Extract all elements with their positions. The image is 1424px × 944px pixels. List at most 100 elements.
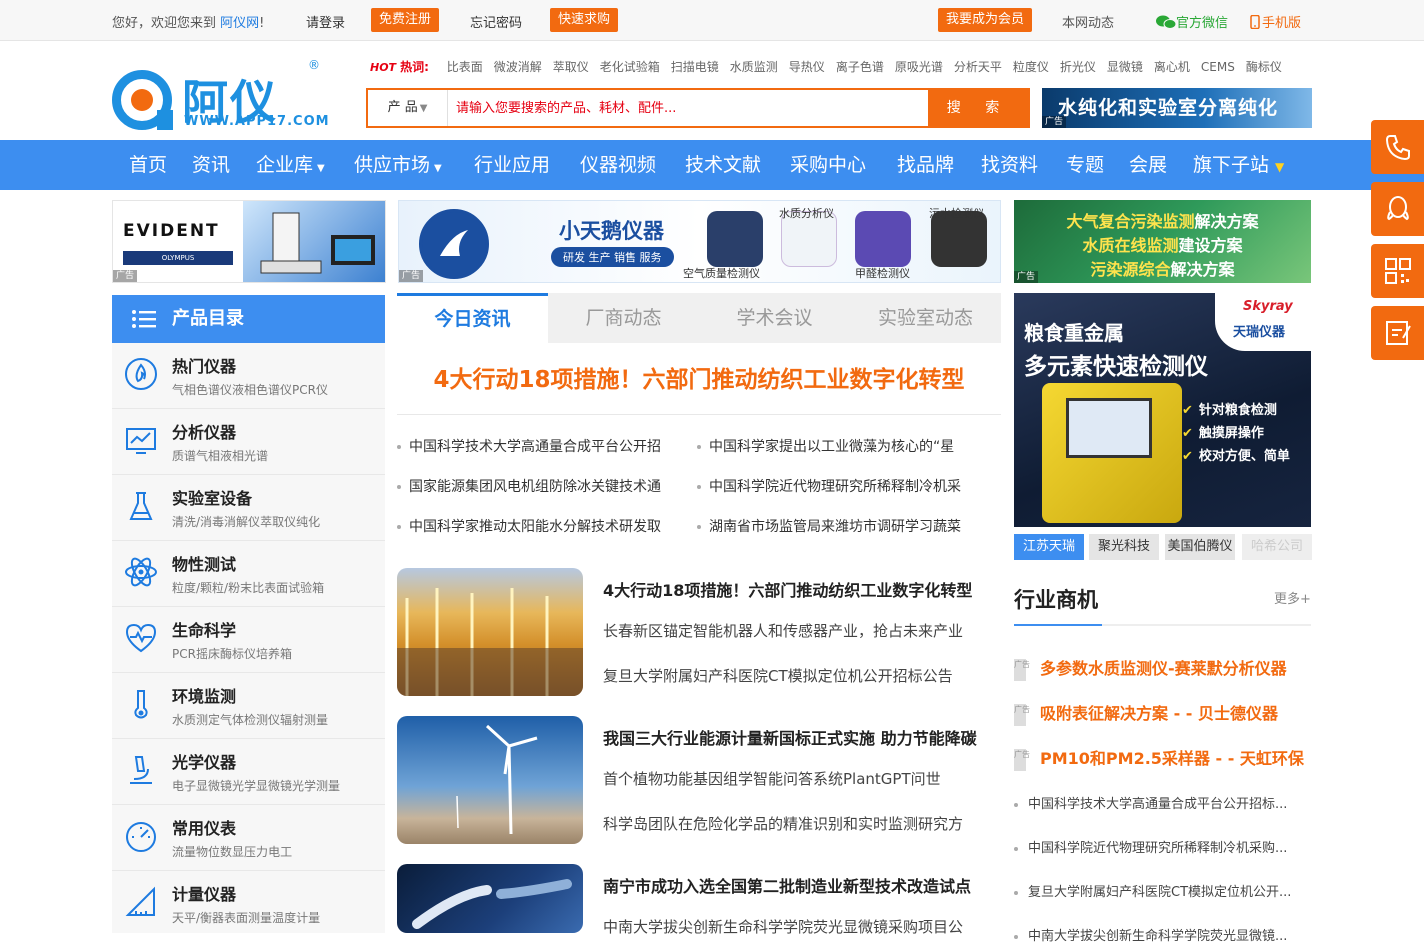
feature-image-hands[interactable] (397, 864, 583, 933)
site-news-link[interactable]: 本网动态 (1062, 12, 1114, 31)
hot-keyword-link[interactable]: 离心机 (1154, 60, 1190, 74)
brand-tab[interactable]: 哈希公司 (1242, 534, 1312, 560)
news-item[interactable]: 中国科学技术大学高通量合成平台公开招 (397, 436, 681, 456)
wechat-link[interactable]: 官方微信 (1156, 12, 1228, 31)
catalog-sub-link[interactable]: 气体检测仪 (220, 713, 280, 727)
feature-image-textile[interactable] (397, 568, 583, 696)
catalog-sub-link[interactable]: 物位 (196, 845, 220, 859)
hot-keyword-link[interactable]: 原吸光谱 (895, 60, 943, 74)
catalog-sub-link[interactable]: 比表面 (252, 581, 288, 595)
catalog-item[interactable]: 热门仪器 气相色谱仪液相色谱仪PCR仪 (112, 343, 385, 409)
nav-item[interactable]: 行业应用 (474, 140, 550, 190)
evident-ad[interactable]: EVIDENT OLYMPUS 广告 (112, 200, 386, 283)
forgot-password-link[interactable]: 忘记密码 (470, 12, 522, 31)
biz-news-item[interactable]: 中国科学技术大学高通量合成平台公开招标... (1014, 793, 1311, 812)
nav-item[interactable]: 找资料 (981, 140, 1038, 190)
search-input[interactable] (456, 90, 926, 126)
feature-title-link[interactable]: 4大行动18项措施！六部门推动纺织工业数字化转型 (603, 577, 972, 601)
hot-keyword-link[interactable]: 水质监测 (730, 60, 778, 74)
catalog-sub-link[interactable]: 温度计量 (272, 911, 320, 925)
hot-keyword-link[interactable]: 扫描电镜 (671, 60, 719, 74)
feature-sub-link[interactable]: 中南大学拔尖创新生命科学学院荧光显微镜采购项目公 (603, 916, 1001, 937)
nav-item[interactable]: 仪器视频 (580, 140, 656, 190)
news-item[interactable]: 中国科学院近代物理研究所稀释制冷机采 (697, 476, 981, 496)
biz-news-item[interactable]: 复旦大学附属妇产科医院CT模拟定位机公开... (1014, 881, 1311, 900)
news-item[interactable]: 湖南省市场监管局来潍坊市调研学习蔬菜 (697, 516, 981, 536)
brand-tab[interactable]: 江苏天瑞 (1014, 534, 1084, 560)
nav-item[interactable]: 专题 (1066, 140, 1104, 190)
catalog-sub-link[interactable]: 粒度/颗粒/粉末 (172, 581, 252, 595)
nav-item[interactable]: 会展 (1129, 140, 1167, 190)
hot-keyword-link[interactable]: 老化试验箱 (600, 60, 660, 74)
catalog-sub-link[interactable]: 水质测定 (172, 713, 220, 727)
hot-keyword-link[interactable]: 离子色谱 (836, 60, 884, 74)
catalog-item[interactable]: 生命科学 PCR摇床酶标仪培养箱 (112, 607, 385, 673)
catalog-sub-link[interactable]: 液相 (220, 449, 244, 463)
catalog-sub-link[interactable]: 光学测量 (292, 779, 340, 793)
catalog-sub-link[interactable]: PCR (172, 647, 196, 661)
hot-keyword-link[interactable]: 粒度仪 (1013, 60, 1049, 74)
nav-item[interactable]: 首页 (129, 140, 167, 190)
catalog-sub-link[interactable]: 萃取仪 (260, 515, 296, 529)
register-button[interactable]: 免费注册 (371, 8, 440, 32)
catalog-item[interactable]: 常用仪表 流量物位数显压力电工 (112, 805, 385, 871)
float-qq-button[interactable] (1371, 182, 1424, 236)
site-logo[interactable]: 阿仪网 WWW.APP17.COM ® (112, 58, 329, 195)
quick-buy-button[interactable]: 快速求购 (550, 8, 619, 32)
catalog-header[interactable]: 产品目录 (112, 295, 385, 343)
biz-ad-link[interactable]: 广告 吸附表征解决方案 - - 贝士德仪器 (1014, 700, 1278, 726)
biz-more-link[interactable]: 更多+ (1274, 588, 1311, 607)
nav-item[interactable]: 找品牌 (897, 140, 954, 190)
catalog-sub-link[interactable]: 辐射测量 (280, 713, 328, 727)
catalog-sub-link[interactable]: 气相 (196, 449, 220, 463)
feature-title-link[interactable]: 南宁市成功入选全国第二批制造业新型技术改造试点 (603, 873, 971, 897)
feature-sub-link[interactable]: 长春新区锚定智能机器人和传感器产业，抢占未来产业 (603, 620, 1001, 641)
catalog-sub-link[interactable]: PCR仪 (292, 383, 328, 397)
catalog-sub-link[interactable]: 培养箱 (256, 647, 292, 661)
feature-sub-link[interactable]: 科学岛团队在危险化学品的精准识别和实时监测研究方 (603, 813, 1001, 834)
float-phone-button[interactable] (1371, 120, 1424, 174)
top-banner-ad[interactable]: 水纯化和实验室分离纯化 广告 (1042, 88, 1312, 128)
catalog-sub-link[interactable]: 酶标仪 (220, 647, 256, 661)
catalog-sub-link[interactable]: 液相色谱仪 (232, 383, 292, 397)
catalog-item[interactable]: 分析仪器 质谱气相液相光谱 (112, 409, 385, 475)
news-item[interactable]: 国家能源集团风电机组防除冰关键技术通 (397, 476, 681, 496)
hot-keyword-link[interactable]: 微波消解 (494, 60, 542, 74)
catalog-sub-link[interactable]: 质谱 (172, 449, 196, 463)
search-category-select[interactable]: 产 品 ▼ (368, 90, 448, 126)
catalog-item[interactable]: 环境监测 水质测定气体检测仪辐射测量 (112, 673, 385, 739)
catalog-item[interactable]: 实验室设备 清洗/消毒消解仪萃取仪纯化 (112, 475, 385, 541)
catalog-sub-link[interactable]: 消解仪 (224, 515, 260, 529)
hot-keyword-link[interactable]: 比表面 (447, 60, 483, 74)
catalog-sub-link[interactable]: 气相色谱仪 (172, 383, 232, 397)
catalog-sub-link[interactable]: 流量 (172, 845, 196, 859)
mobile-link[interactable]: 手机版 (1250, 12, 1301, 31)
nav-item[interactable]: 旗下子站 ▼ (1193, 140, 1284, 190)
biz-ad-link[interactable]: 广告 多参数水质监测仪-赛莱默分析仪器 (1014, 655, 1287, 681)
hot-keyword-link[interactable]: 显微镜 (1107, 60, 1143, 74)
hot-keyword-link[interactable]: CEMS (1201, 60, 1235, 74)
hot-keyword-link[interactable]: 酶标仪 (1246, 60, 1282, 74)
biz-news-item[interactable]: 中国科学院近代物理研究所稀释制冷机采购... (1014, 837, 1311, 856)
nav-item[interactable]: 供应市场 ▼ (354, 140, 442, 190)
headline-link[interactable]: 4大行动18项措施！六部门推动纺织工业数字化转型 (397, 360, 1001, 394)
float-qrcode-button[interactable] (1371, 244, 1424, 298)
catalog-sub-link[interactable]: 纯化 (296, 515, 320, 529)
nav-item[interactable]: 企业库 ▼ (256, 140, 325, 190)
catalog-sub-link[interactable]: 光谱 (244, 449, 268, 463)
news-item[interactable]: 中国科学家推动太阳能水分解技术研发取 (397, 516, 681, 536)
catalog-sub-link[interactable]: 电子显微镜 (172, 779, 232, 793)
catalog-sub-link[interactable]: 数显 (220, 845, 244, 859)
search-button[interactable]: 搜 索 (928, 90, 1028, 126)
jdxte-ad[interactable]: 小天鹅仪器 研发 生产 销售 服务 空气质量检测仪 水质分析仪 甲醛检测仪 污水… (398, 200, 1001, 283)
catalog-sub-link[interactable]: 压力 (244, 845, 268, 859)
catalog-sub-link[interactable]: 试验箱 (288, 581, 324, 595)
float-feedback-button[interactable] (1371, 306, 1424, 360)
news-item[interactable]: 中国科学家提出以工业微藻为核心的“星 (697, 436, 981, 456)
biz-ad-link[interactable]: 广告 PM10和PM2.5采样器 - - 天虹环保 (1014, 745, 1304, 771)
site-name-link[interactable]: 阿仪网 (220, 16, 259, 31)
catalog-sub-link[interactable]: 电工 (268, 845, 292, 859)
hot-keyword-link[interactable]: 分析天平 (954, 60, 1002, 74)
catalog-sub-link[interactable]: 天平/衡器 (172, 911, 224, 925)
hot-keyword-link[interactable]: 导热仪 (789, 60, 825, 74)
